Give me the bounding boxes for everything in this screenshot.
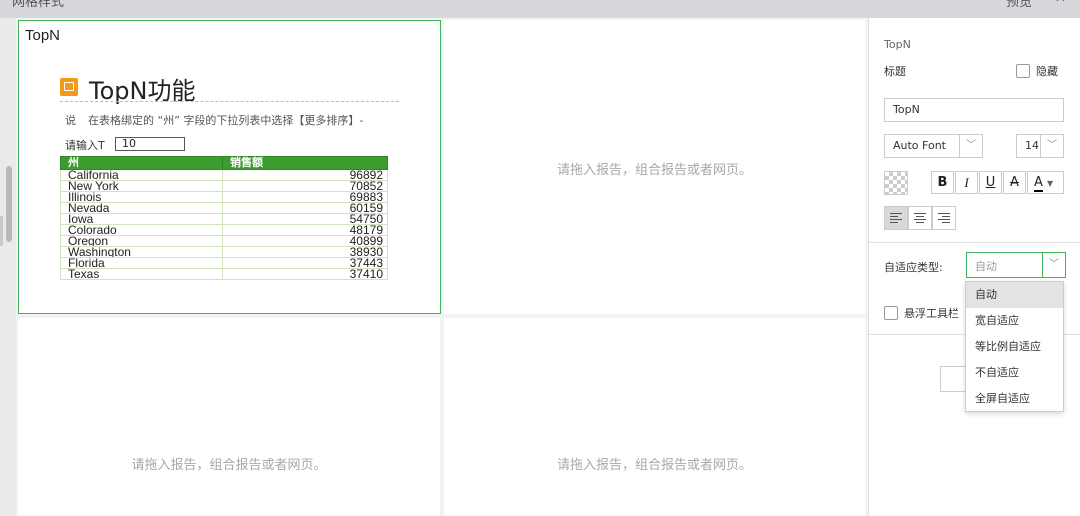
n-input-label: 请输入T xyxy=(65,139,105,152)
state-cell[interactable]: Colorado xyxy=(60,224,223,236)
sales-cell[interactable]: 38930 xyxy=(222,246,388,258)
close-icon[interactable]: ✕ xyxy=(1055,0,1066,6)
float-toolbar-label: 悬浮工具栏 xyxy=(904,307,959,320)
scrollbar-thumb[interactable] xyxy=(6,166,12,242)
state-cell[interactable]: Florida xyxy=(60,257,223,269)
grid-cell-empty-4[interactable]: 请拖入报告，组合报告或者网页。 xyxy=(444,318,865,516)
adapt-type-label: 自适应类型: xyxy=(884,261,943,274)
font-size-select[interactable]: 14 ﹀ xyxy=(1016,134,1064,158)
state-cell[interactable]: Nevada xyxy=(60,202,223,214)
panel-divider xyxy=(869,242,1080,243)
title-label: 标题 xyxy=(884,65,906,78)
topn-table: 州 销售额 California 96892 New York 70852 Illino… xyxy=(60,156,388,280)
state-cell[interactable]: Iowa xyxy=(60,213,223,225)
bold-button[interactable]: B xyxy=(931,171,954,194)
preview-button[interactable]: 预览 xyxy=(1006,0,1032,10)
sales-cell[interactable]: 54750 xyxy=(222,213,388,225)
dropdown-option-fullscreen[interactable]: 全屏自适应 xyxy=(966,386,1063,412)
state-cell[interactable]: Washington xyxy=(60,246,223,258)
table-row: Nevada 60159 xyxy=(60,202,388,214)
state-cell[interactable]: Texas xyxy=(60,268,223,280)
adapt-type-select[interactable]: 自动 ﹀ xyxy=(966,252,1066,278)
n-input-field[interactable]: 10 xyxy=(115,137,185,151)
column-header-state[interactable]: 州 xyxy=(60,156,223,170)
dropdown-option-width[interactable]: 宽自适应 xyxy=(966,308,1063,334)
state-cell[interactable]: Oregon xyxy=(60,235,223,247)
dropdown-option-proportional[interactable]: 等比例自适应 xyxy=(966,334,1063,360)
table-header-row: 州 销售额 xyxy=(60,156,388,170)
table-row: Florida 37443 xyxy=(60,257,388,269)
table-row: Illinois 69883 xyxy=(60,191,388,203)
sales-cell[interactable]: 70852 xyxy=(222,180,388,192)
sales-cell[interactable]: 37410 xyxy=(222,268,388,280)
table-row: Washington 38930 xyxy=(60,246,388,258)
drop-placeholder: 请拖入报告，组合报告或者网页。 xyxy=(131,458,327,473)
column-header-sales[interactable]: 销售额 xyxy=(222,156,388,170)
report-description: 说在表格绑定的 “州” 字段的下拉列表中选择【更多排序】- xyxy=(65,112,363,128)
component-name: TopN xyxy=(884,38,911,51)
chevron-down-icon[interactable]: ﹀ xyxy=(959,135,982,157)
state-cell[interactable]: New York xyxy=(60,180,223,192)
font-color-icon: A xyxy=(1034,175,1043,192)
heading-divider xyxy=(60,101,399,102)
align-right-button[interactable] xyxy=(932,206,956,230)
title-input[interactable]: TopN xyxy=(884,98,1064,122)
desc-text: 在表格绑定的 “州” 字段的下拉列表中选择【更多排序】- xyxy=(88,114,364,127)
dropdown-option-auto[interactable]: 自动 xyxy=(966,282,1063,308)
float-toolbar-checkbox[interactable] xyxy=(884,306,898,320)
font-color-button[interactable]: A ▼ xyxy=(1027,171,1064,194)
chevron-down-icon: ▼ xyxy=(1047,179,1054,188)
drop-placeholder: 请拖入报告，组合报告或者网页。 xyxy=(556,163,752,178)
table-row: Oregon 40899 xyxy=(60,235,388,247)
cell-title: TopN xyxy=(25,27,61,44)
font-family-select[interactable]: Auto Font ﹀ xyxy=(884,134,983,158)
property-panel: TopN 标题 隐藏 TopN Auto Font ﹀ 14 ﹀ B I U A… xyxy=(868,18,1080,516)
chevron-down-icon[interactable]: ﹀ xyxy=(1040,135,1063,157)
align-left-button[interactable] xyxy=(884,206,908,230)
dropdown-option-none[interactable]: 不自适应 xyxy=(966,360,1063,386)
adapt-type-value: 自动 xyxy=(975,260,997,273)
table-row: Colorado 48179 xyxy=(60,224,388,236)
strikethrough-button[interactable]: A xyxy=(1003,171,1026,194)
chevron-down-icon[interactable]: ﹀ xyxy=(1042,253,1065,277)
sales-cell[interactable]: 48179 xyxy=(222,224,388,236)
sales-cell[interactable]: 96892 xyxy=(222,169,388,181)
table-row: Iowa 54750 xyxy=(60,213,388,225)
dialog-titlebar: 网格样式 预览 ✕ xyxy=(0,0,1080,18)
hide-title-checkbox[interactable] xyxy=(1016,64,1030,78)
state-cell[interactable]: California xyxy=(60,169,223,181)
hide-label: 隐藏 xyxy=(1036,65,1058,78)
italic-button[interactable]: I xyxy=(955,171,978,194)
sales-cell[interactable]: 40899 xyxy=(222,235,388,247)
table-row: California 96892 xyxy=(60,169,388,181)
grid-cell-empty-3[interactable]: 请拖入报告，组合报告或者网页。 xyxy=(18,318,440,516)
table-row: New York 70852 xyxy=(60,180,388,192)
dialog-title: 网格样式 xyxy=(12,0,65,10)
grid-cell-empty-2[interactable]: 请拖入报告，组合报告或者网页。 xyxy=(444,20,865,314)
report-icon xyxy=(60,78,78,96)
side-indicator xyxy=(0,216,3,246)
adapt-type-dropdown: 自动 宽自适应 等比例自适应 不自适应 全屏自适应 xyxy=(965,281,1064,412)
state-cell[interactable]: Illinois xyxy=(60,191,223,203)
layout-canvas: TopN TopN功能 说在表格绑定的 “州” 字段的下拉列表中选择【更多排序】… xyxy=(16,18,868,516)
sales-cell[interactable]: 69883 xyxy=(222,191,388,203)
sales-cell[interactable]: 37443 xyxy=(222,257,388,269)
font-family-value: Auto Font xyxy=(893,139,946,152)
font-size-value: 14 xyxy=(1025,139,1039,152)
grid-cell-topn[interactable]: TopN TopN功能 说在表格绑定的 “州” 字段的下拉列表中选择【更多排序】… xyxy=(18,20,441,314)
sales-cell[interactable]: 60159 xyxy=(222,202,388,214)
drop-placeholder: 请拖入报告，组合报告或者网页。 xyxy=(556,458,752,473)
desc-prefix: 说 xyxy=(65,114,76,127)
table-row: Texas 37410 xyxy=(60,268,388,280)
left-scrollbar[interactable] xyxy=(0,18,16,516)
underline-button[interactable]: U xyxy=(979,171,1002,194)
align-center-button[interactable] xyxy=(908,206,932,230)
background-color-icon[interactable] xyxy=(884,171,908,195)
